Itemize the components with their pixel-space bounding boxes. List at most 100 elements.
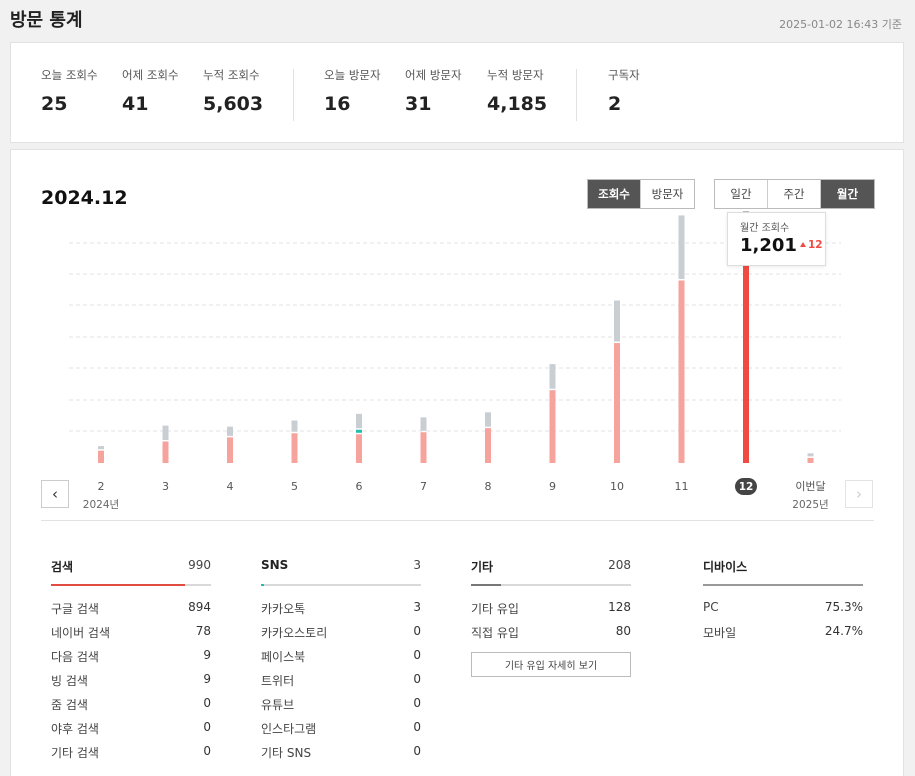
row-label: 기타 유입 bbox=[471, 602, 519, 616]
bar-segment bbox=[162, 425, 169, 440]
bar-segment bbox=[420, 432, 427, 463]
etc-breakdown: 기타 208 기타 유입 128 직접 유입 80 기타 유입 자세히 보기 bbox=[471, 558, 631, 677]
row-label: 모바일 bbox=[703, 626, 737, 640]
list-item: 직접 유입 80 bbox=[471, 624, 631, 648]
list-item: 구글 검색 894 bbox=[51, 600, 211, 624]
x-tick-label: 5 bbox=[291, 480, 298, 493]
page-title: 방문 통계 bbox=[10, 10, 83, 31]
bar-segment bbox=[162, 441, 169, 463]
row-label: 직접 유입 bbox=[471, 626, 519, 640]
x-tick-label: 9 bbox=[549, 480, 556, 493]
row-count: 0 bbox=[413, 720, 421, 734]
stat-today-views: 오늘 조회수 25 bbox=[41, 67, 98, 115]
row-label: 카카오톡 bbox=[261, 602, 306, 616]
bar-segment bbox=[227, 437, 233, 463]
breakdown-header: 기타 208 bbox=[471, 558, 631, 578]
stat-total-visitors: 누적 방문자 4,185 bbox=[487, 67, 547, 115]
row-count: 0 bbox=[203, 720, 211, 734]
stat-value: 41 bbox=[122, 93, 149, 115]
x-tick-label: 7 bbox=[420, 480, 427, 493]
row-label: 야후 검색 bbox=[51, 722, 99, 736]
stat-label: 구독자 bbox=[608, 68, 640, 82]
list-item: 모바일 24.7% bbox=[703, 624, 863, 648]
bar-segment bbox=[549, 364, 556, 389]
row-label: 유튜브 bbox=[261, 698, 295, 712]
stat-label: 누적 방문자 bbox=[487, 68, 544, 82]
breakdown-header: SNS 3 bbox=[261, 558, 421, 578]
list-item: 기타 유입 128 bbox=[471, 600, 631, 624]
breakdown-title: 디바이스 bbox=[703, 560, 748, 574]
row-count: 0 bbox=[413, 624, 421, 638]
list-item: 기타 SNS 0 bbox=[261, 744, 421, 768]
x-tick-label: 8 bbox=[485, 480, 492, 493]
row-count: 9 bbox=[203, 672, 211, 686]
tooltip-delta: 12 bbox=[799, 239, 823, 251]
row-label: 기타 SNS bbox=[261, 746, 312, 760]
up-arrow-icon bbox=[799, 242, 806, 247]
tab-visitors[interactable]: 방문자 bbox=[641, 180, 694, 208]
row-count: 0 bbox=[413, 744, 421, 758]
list-item: 야후 검색 0 bbox=[51, 720, 211, 744]
bar-segment bbox=[291, 420, 298, 432]
stat-label: 오늘 방문자 bbox=[324, 68, 381, 82]
list-item: 인스타그램 0 bbox=[261, 720, 421, 744]
x-tick-label: 11 bbox=[675, 480, 689, 493]
tab-daily[interactable]: 일간 bbox=[715, 180, 768, 208]
year-start-label: 2024년 bbox=[83, 499, 119, 510]
prev-button[interactable]: ‹ bbox=[41, 480, 69, 508]
tab-weekly[interactable]: 주간 bbox=[768, 180, 821, 208]
row-label: 줌 검색 bbox=[51, 698, 88, 712]
divider bbox=[576, 69, 577, 121]
list-item: 빙 검색 9 bbox=[51, 672, 211, 696]
breakdown-title: 검색 bbox=[51, 560, 74, 574]
row-label: 기타 검색 bbox=[51, 746, 99, 760]
stat-label: 어제 방문자 bbox=[405, 68, 462, 82]
share-bar bbox=[471, 584, 631, 586]
row-count: 0 bbox=[203, 696, 211, 710]
divider bbox=[41, 520, 874, 521]
stat-total-views: 누적 조회수 5,603 bbox=[203, 67, 263, 115]
row-label: 빙 검색 bbox=[51, 674, 88, 688]
tooltip-label: 월간 조회수 bbox=[740, 223, 790, 234]
bar-segment bbox=[614, 300, 620, 342]
list-item: 유튜브 0 bbox=[261, 696, 421, 720]
etc-detail-button[interactable]: 기타 유입 자세히 보기 bbox=[471, 652, 631, 677]
row-label: 트위터 bbox=[261, 674, 295, 688]
x-tick-label: 10 bbox=[610, 480, 624, 493]
tooltip-value: 1,201 bbox=[740, 235, 797, 256]
stat-label: 누적 조회수 bbox=[203, 68, 260, 82]
row-count: 3 bbox=[413, 600, 421, 614]
stat-value: 31 bbox=[405, 93, 432, 115]
breakdown-title: 기타 bbox=[471, 560, 494, 574]
list-item: 기타 검색 0 bbox=[51, 744, 211, 768]
tab-monthly[interactable]: 월간 bbox=[821, 180, 874, 208]
stat-subscribers: 구독자 2 bbox=[608, 67, 640, 115]
chart-tooltip: 월간 조회수 1,201 12 bbox=[727, 212, 826, 266]
breakdown-rows: 기타 유입 128 직접 유입 80 bbox=[471, 600, 631, 648]
bar-segment bbox=[485, 412, 491, 427]
bar-segment bbox=[356, 429, 362, 433]
summary-card: 오늘 조회수 25 어제 조회수 41 누적 조회수 5,603 오늘 방문자 … bbox=[10, 42, 904, 143]
stat-label: 어제 조회수 bbox=[122, 68, 179, 82]
row-count: 75.3% bbox=[824, 600, 863, 614]
tab-views[interactable]: 조회수 bbox=[588, 180, 641, 208]
breakdown-count: 3 bbox=[413, 558, 421, 572]
next-button[interactable]: › bbox=[845, 480, 873, 508]
device-breakdown: 디바이스 PC 75.3% 모바일 24.7% bbox=[703, 558, 863, 648]
row-label: 다음 검색 bbox=[51, 650, 99, 664]
bar-segment bbox=[485, 428, 491, 463]
bar-segment bbox=[227, 426, 233, 436]
row-label: 네이버 검색 bbox=[51, 626, 111, 640]
chart-card: 2 3 4 5 6 7 8 9 10 11 12 이번달 2024년 2025년 2024.12 조회수 … bbox=[10, 149, 904, 776]
share-bar bbox=[51, 584, 211, 586]
sns-breakdown: SNS 3 카카오톡 3 카카오스토리 0 페이스북 0 트위터 0 유튜브 0 인스타그… bbox=[261, 558, 421, 768]
bar-segment bbox=[678, 215, 685, 279]
x-tick-label: 6 bbox=[356, 480, 363, 493]
breakdown-rows: 카카오톡 3 카카오스토리 0 페이스북 0 트위터 0 유튜브 0 인스타그램 0 기타 … bbox=[261, 600, 421, 768]
x-tick-label: 이번달 bbox=[795, 480, 825, 493]
row-label: PC bbox=[703, 600, 719, 614]
bar-segment bbox=[98, 450, 104, 463]
range-toggle: 일간 주간 월간 bbox=[714, 179, 875, 209]
row-label: 인스타그램 bbox=[261, 722, 317, 736]
bar-segment bbox=[420, 417, 427, 431]
